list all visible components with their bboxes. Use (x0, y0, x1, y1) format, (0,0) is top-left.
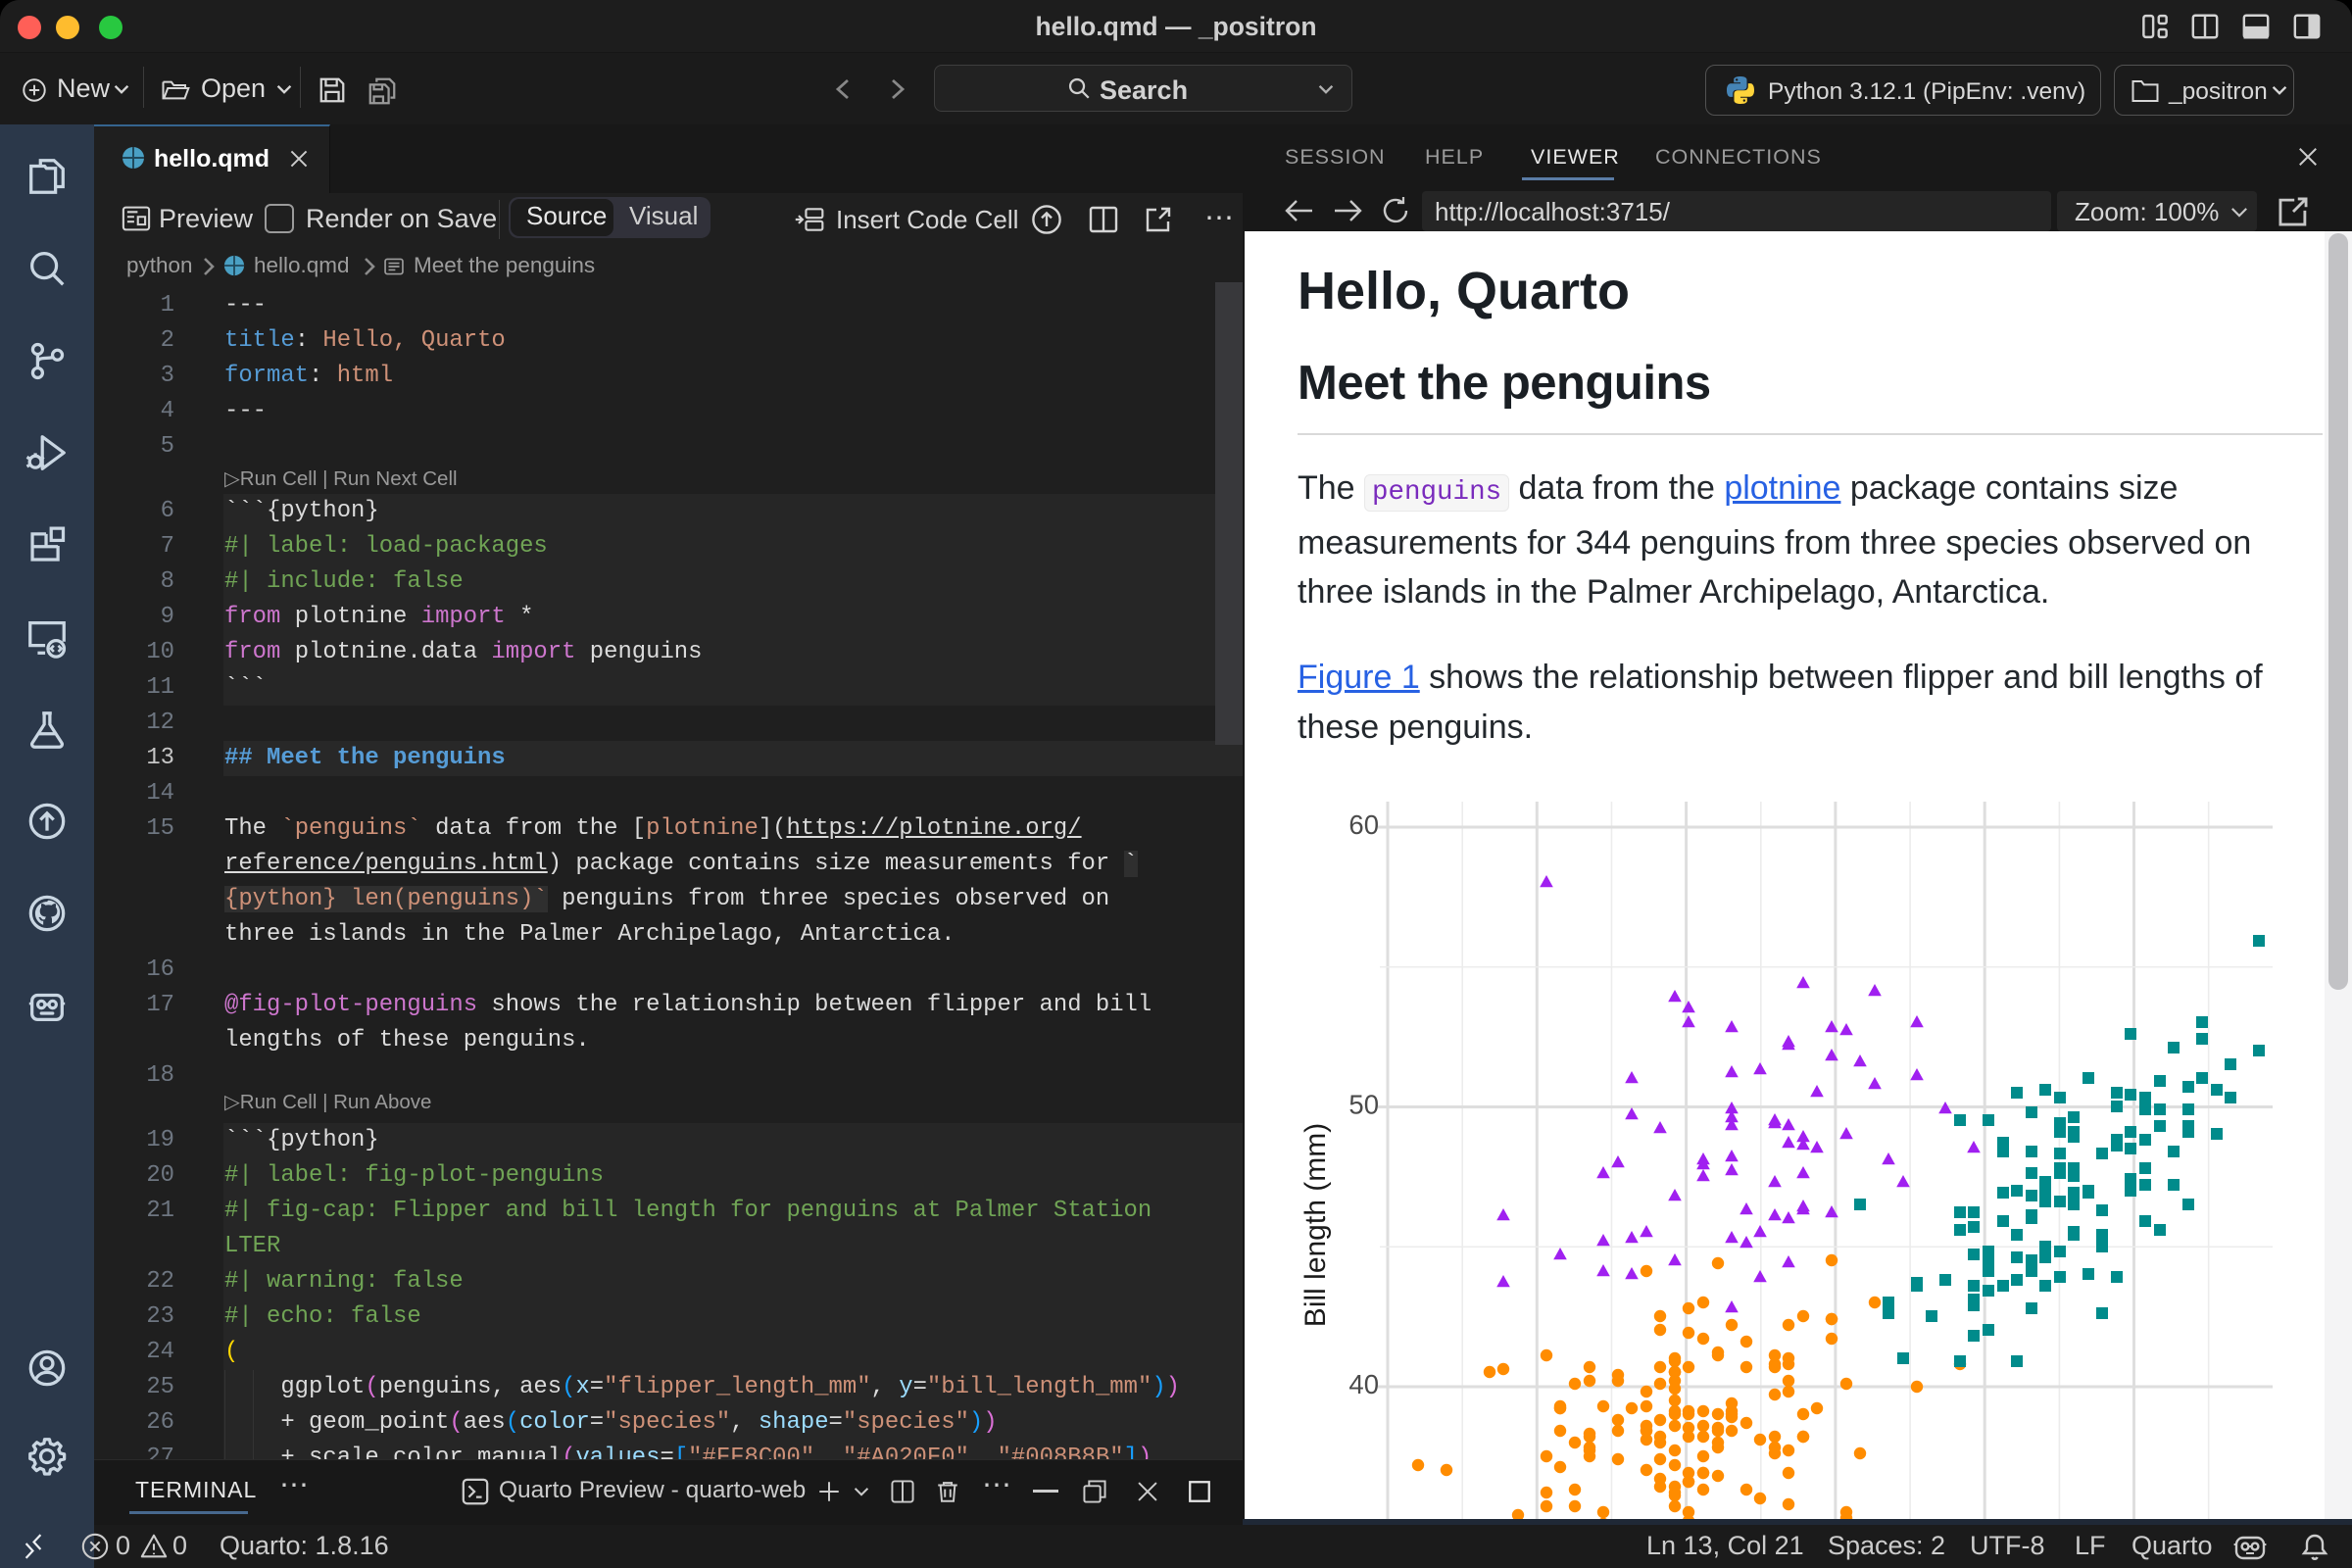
svg-text:50: 50 (1348, 1090, 1379, 1120)
svg-text:60: 60 (1348, 809, 1379, 840)
svg-text:Bill length (mm): Bill length (mm) (1299, 1123, 1332, 1327)
svg-text:40: 40 (1348, 1369, 1379, 1399)
